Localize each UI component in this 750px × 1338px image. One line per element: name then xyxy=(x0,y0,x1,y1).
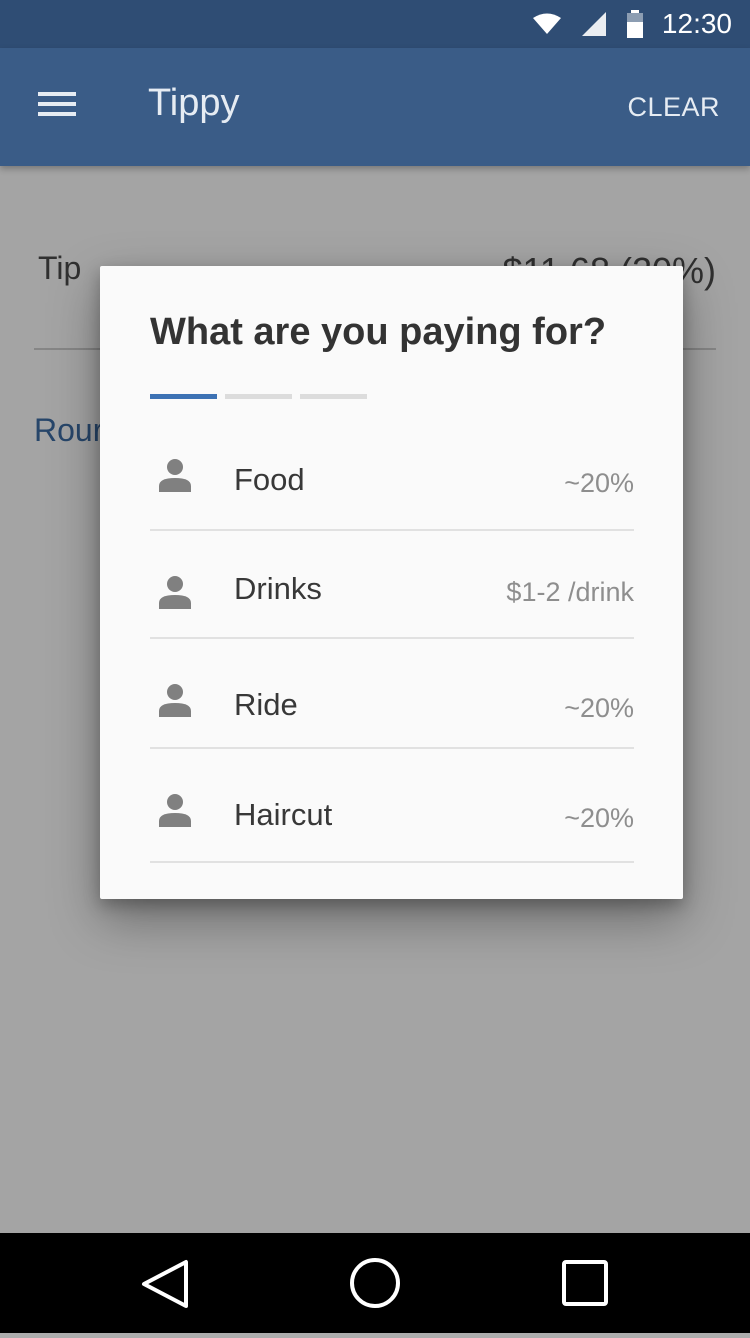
hamburger-menu-icon[interactable] xyxy=(38,86,80,128)
person-icon xyxy=(159,794,191,827)
person-icon xyxy=(159,576,191,609)
option-hint: ~20% xyxy=(564,468,634,498)
option-label: Food xyxy=(234,462,305,497)
step-3-indicator xyxy=(300,394,367,399)
back-button[interactable] xyxy=(116,1233,216,1333)
option-hint: $1-2 /drink xyxy=(506,577,634,607)
paying-for-dialog: What are you paying for? Food ~20% Drink… xyxy=(100,266,683,899)
status-bar: 12:30 xyxy=(0,0,750,48)
option-hint: ~20% xyxy=(564,803,634,833)
option-drinks[interactable]: Drinks $1-2 /drink xyxy=(150,531,634,639)
dialog-title: What are you paying for? xyxy=(150,311,607,353)
cell-signal-icon xyxy=(581,12,606,36)
clear-button[interactable]: CLEAR xyxy=(627,92,720,123)
home-button[interactable] xyxy=(325,1233,425,1333)
back-icon xyxy=(142,1260,188,1308)
person-icon xyxy=(159,684,191,717)
step-2-indicator xyxy=(225,394,292,399)
recents-button[interactable] xyxy=(535,1233,635,1333)
wifi-icon xyxy=(532,13,561,34)
status-time: 12:30 xyxy=(661,8,732,39)
step-indicator xyxy=(150,394,367,399)
option-label: Drinks xyxy=(234,571,322,606)
option-list: Food ~20% Drinks $1-2 /drink Ride ~20% H… xyxy=(150,430,634,863)
app-title: Tippy xyxy=(148,82,240,124)
battery-icon xyxy=(626,10,643,38)
option-label: Ride xyxy=(234,687,298,722)
recents-icon xyxy=(562,1260,608,1306)
home-icon xyxy=(350,1258,400,1308)
option-haircut[interactable]: Haircut ~20% xyxy=(150,749,634,863)
option-food[interactable]: Food ~20% xyxy=(150,430,634,531)
app-bar: Tippy CLEAR xyxy=(0,48,750,166)
person-icon xyxy=(159,459,191,492)
option-hint: ~20% xyxy=(564,693,634,723)
option-label: Haircut xyxy=(234,797,333,832)
option-ride[interactable]: Ride ~20% xyxy=(150,639,634,749)
step-1-indicator xyxy=(150,394,217,399)
navigation-bar xyxy=(0,1233,750,1333)
